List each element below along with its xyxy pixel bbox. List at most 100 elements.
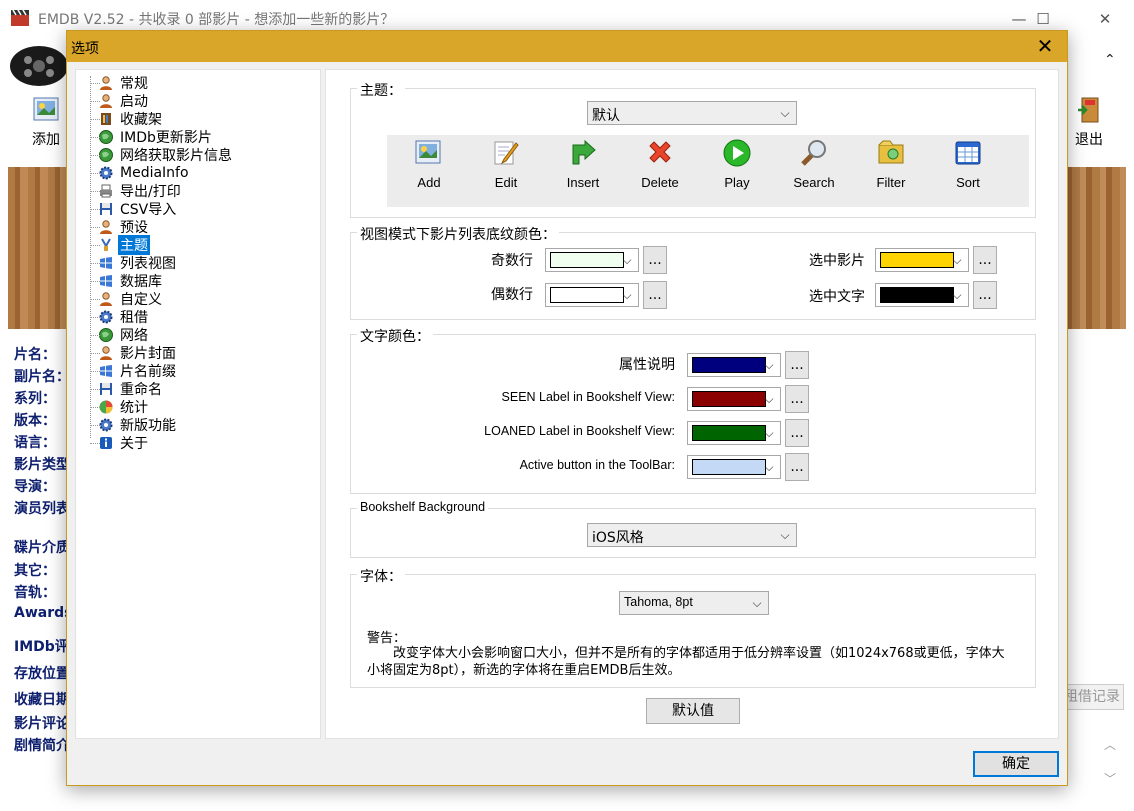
theme-preview-button[interactable]: Search (784, 135, 844, 197)
even-row-color-select[interactable]: ⌵ (545, 283, 639, 307)
theme-preview-button[interactable]: Filter (861, 135, 921, 197)
tree-item[interactable]: 影片封面 (86, 344, 178, 362)
tree-branch-line (90, 245, 100, 246)
main-close-button[interactable]: ✕ (1082, 0, 1128, 38)
tree-branch-line (90, 137, 100, 138)
text-color-label: LOANED Label in Bookshelf View: (484, 424, 675, 438)
font-group-title: 字体： (357, 566, 405, 586)
text-color-picker-button[interactable]: ... (785, 385, 809, 413)
globe-icon (98, 147, 114, 163)
windows-icon (98, 255, 114, 271)
tree-item-label: 统计 (120, 400, 148, 416)
main-add-button[interactable]: 添加 (22, 95, 70, 157)
person-icon (98, 219, 114, 235)
tree-item[interactable]: 网络 (86, 326, 150, 344)
main-add-label: 添加 (32, 132, 60, 148)
selected-text-color-select[interactable]: ⌵ (875, 283, 969, 307)
text-color-label: 属性说明 (619, 357, 675, 373)
options-dialog: 选项 ✕ 常规 启动 收藏架 IMDb更新影片 网络获取影片信息 MediaInfo 导出/… (66, 30, 1068, 786)
tree-item[interactable]: 自定义 (86, 290, 164, 308)
tree-item[interactable]: 关于 (86, 434, 150, 452)
tree-branch-line (90, 191, 100, 192)
theme-preview-button[interactable]: Edit (476, 135, 536, 197)
text-color-select[interactable]: ⌵ (687, 421, 781, 445)
theme-preview-button[interactable]: Play (707, 135, 767, 197)
tree-item[interactable]: 数据库 (86, 272, 164, 290)
selected-movie-color-select[interactable]: ⌵ (875, 248, 969, 272)
even-row-color-picker-button[interactable]: ... (643, 281, 667, 309)
ok-button[interactable]: 确定 (973, 751, 1059, 777)
theme-preview-button-label: Add (417, 175, 441, 190)
tree-branch-line (90, 425, 100, 426)
chart-icon (98, 399, 114, 415)
loan-record-button[interactable]: 租借记录 (1060, 684, 1124, 710)
selected-movie-color-picker-button[interactable]: ... (973, 246, 997, 274)
person-icon (98, 345, 114, 361)
scroll-down-icon[interactable]: ﹀ (1104, 770, 1116, 787)
theme-settings-panel: 主题： 默认 ⌵ Add Edit Insert Delete Play Search Fi… (325, 69, 1059, 739)
tree-branch-line (90, 227, 100, 228)
odd-row-swatch (550, 252, 624, 268)
gear-icon (98, 309, 114, 325)
bookshelf-wood-left (8, 167, 68, 329)
odd-row-color-select[interactable]: ⌵ (545, 248, 639, 272)
odd-row-color-picker-button[interactable]: ... (643, 246, 667, 274)
theme-preview-button[interactable]: Sort (938, 135, 998, 197)
text-color-picker-button[interactable]: ... (785, 351, 809, 379)
tree-item-label: CSV导入 (120, 202, 177, 218)
movie-field-label: 影片类型 (14, 457, 70, 473)
default-values-button[interactable]: 默认值 (646, 698, 740, 724)
movie-field-label: 语言： (14, 435, 56, 451)
tree-item[interactable]: 常规 (86, 74, 150, 92)
tree-item-label: 重命名 (120, 382, 162, 398)
movie-field-label: 系列： (14, 391, 56, 407)
globe-icon (98, 327, 114, 343)
tree-item-label: 新版功能 (120, 418, 176, 434)
movie-field-label: 演员列表 (14, 501, 70, 517)
tree-item[interactable]: 统计 (86, 398, 150, 416)
movie-field-label: 片名： (14, 347, 56, 363)
bookshelf-background-select[interactable]: iOS风格 ⌵ (587, 523, 797, 547)
theme-preview-button[interactable]: Add (399, 135, 459, 197)
tree-item[interactable]: 租借 (86, 308, 150, 326)
theme-preview-button-label: Edit (494, 175, 518, 190)
theme-preview-button[interactable]: Insert (553, 135, 613, 197)
selected-text-color-picker-button[interactable]: ... (973, 281, 997, 309)
theme-select[interactable]: 默认 ⌵ (587, 101, 797, 125)
chevron-down-icon: ⌵ (780, 106, 790, 120)
tree-item[interactable]: IMDb更新影片 (86, 128, 214, 146)
text-color-swatch (692, 357, 766, 373)
text-color-picker-button[interactable]: ... (785, 453, 809, 481)
tree-item[interactable]: 列表视图 (86, 254, 178, 272)
text-color-select[interactable]: ⌵ (687, 455, 781, 479)
text-color-select[interactable]: ⌵ (687, 387, 781, 411)
tree-item[interactable]: 导出/打印 (86, 182, 183, 200)
brush-icon (98, 237, 114, 253)
tree-item-label: 租借 (120, 310, 148, 326)
main-exit-button[interactable]: 退出 (1064, 95, 1114, 157)
selected-text-label: 选中文字 (809, 289, 865, 305)
tree-item[interactable]: 重命名 (86, 380, 164, 398)
chevron-up-icon[interactable]: ⌃ (1104, 52, 1116, 68)
tree-item-label: 片名前缀 (120, 364, 176, 380)
tree-item[interactable]: 主题 (86, 235, 150, 255)
scroll-up-icon[interactable]: ︿ (1104, 736, 1116, 753)
theme-preview-button[interactable]: Delete (630, 135, 690, 197)
text-color-picker-button[interactable]: ... (785, 419, 809, 447)
person-icon (98, 93, 114, 109)
tree-item[interactable]: 片名前缀 (86, 362, 178, 380)
tree-item-label: 自定义 (120, 292, 162, 308)
tree-item[interactable]: 新版功能 (86, 416, 178, 434)
text-color-select[interactable]: ⌵ (687, 353, 781, 377)
tree-item[interactable]: MediaInfo (86, 164, 191, 182)
theme-preview-button-label: Filter (876, 175, 906, 190)
filter-icon (861, 137, 921, 169)
font-select[interactable]: Tahoma, 8pt ⌵ (619, 591, 769, 615)
tree-item[interactable]: 收藏架 (86, 110, 164, 128)
dialog-close-button[interactable]: ✕ (1023, 31, 1067, 62)
tree-item[interactable]: 启动 (86, 92, 150, 110)
windows-icon (98, 363, 114, 379)
tree-item[interactable]: 预设 (86, 218, 150, 236)
tree-item[interactable]: 网络获取影片信息 (86, 146, 234, 164)
tree-item[interactable]: CSV导入 (86, 200, 178, 218)
